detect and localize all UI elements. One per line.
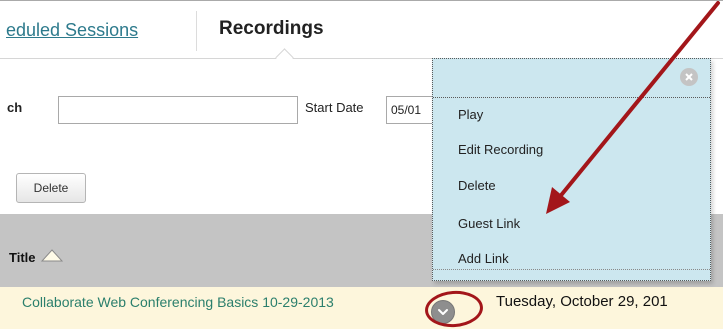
annotation-arrow <box>546 1 720 214</box>
